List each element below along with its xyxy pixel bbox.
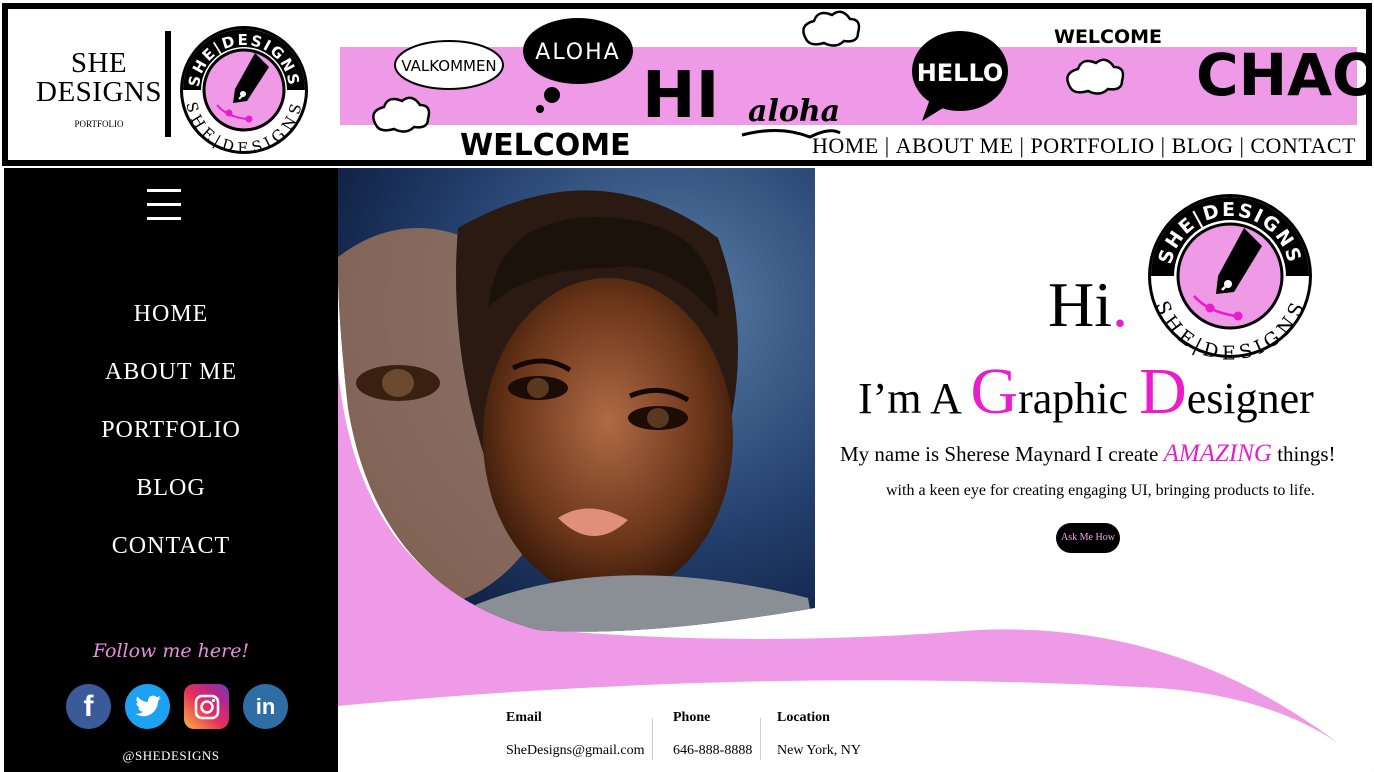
facebook-icon[interactable]: f [66,684,111,729]
intro-end: things! [1271,442,1336,466]
sidebar-item-contact[interactable]: CONTACT [4,528,338,586]
headline-g: G [970,355,1019,428]
hero-greeting-dot: . [1112,269,1128,340]
hero-section: SHE|DESIGNS SHE|DESIGNS Hi. I’m A Graphi… [818,168,1374,588]
site-header: SHE DESIGNS PORTFOLIO SHE|DESIGNS SHE|DE… [2,3,1372,166]
top-nav-about[interactable]: ABOUT ME [896,133,1014,159]
word-chao: CHAO [1196,41,1370,109]
follow-text: Follow me here! [92,640,250,662]
top-nav: HOME | ABOUT ME | PORTFOLIO | BLOG | CON… [812,133,1356,159]
top-nav-separator: | [884,133,890,158]
top-nav-separator: | [1160,133,1166,158]
word-valkommen: VALKOMMEN [401,57,496,75]
headline-end: esigner [1186,374,1314,423]
top-nav-separator: | [1019,133,1025,158]
instagram-icon[interactable] [184,684,229,729]
contact-phone: Phone 646-888-8888 [673,710,752,759]
word-hi: HI [642,59,719,133]
sidebar-item-blog[interactable]: BLOG [4,470,338,528]
phone-value[interactable]: 646-888-8888 [673,743,752,759]
top-nav-blog[interactable]: BLOG [1172,133,1234,159]
hero-headline: I’m A Graphic Designer [858,354,1314,430]
word-aloha-script: aloha [748,94,840,129]
sidebar-item-portfolio[interactable]: PORTFOLIO [4,412,338,470]
top-nav-contact[interactable]: CONTACT [1250,133,1356,159]
she-designs-logo[interactable]: SHE|DESIGNS SHE|DESIGNS [177,23,311,157]
contact-divider [652,718,653,760]
location-label: Location [777,710,830,725]
intro-accent: AMAZING [1163,440,1272,467]
brand-divider [165,31,171,137]
top-nav-separator: | [1239,133,1245,158]
she-designs-logo: SHE|DESIGNS SHE|DESIGNS [1148,194,1312,360]
phone-label: Phone [673,710,711,725]
main-content: SHE|DESIGNS SHE|DESIGNS Hi. I’m A Graphi… [338,168,1374,772]
hero-greeting-text: Hi [1048,269,1112,340]
hero-intro: My name is Sherese Maynard I create AMAZ… [840,440,1336,468]
contact-email: Email SheDesigns@gmail.com [506,710,645,759]
word-welcome-bottom: WELCOME [460,128,631,159]
email-label: Email [506,710,542,725]
hero-greeting: Hi. [1048,268,1128,342]
contact-location: Location New York, NY [777,710,861,759]
linkedin-icon[interactable]: in [243,684,288,729]
top-nav-portfolio[interactable]: PORTFOLIO [1030,133,1154,159]
social-handle: @SHEDESIGNS [122,748,220,763]
sidebar-item-home[interactable]: HOME [4,296,338,354]
word-welcome-top: WELCOME [1054,26,1162,48]
top-nav-home[interactable]: HOME [812,133,879,159]
social-links: f in [66,684,288,729]
sidebar-nav: HOME ABOUT ME PORTFOLIO BLOG CONTACT [4,296,338,586]
sidebar: HOME ABOUT ME PORTFOLIO BLOG CONTACT Fol… [4,168,338,772]
profile-portrait-image [338,168,815,632]
headline-mid: raphic [1018,374,1140,423]
brand-title: SHE DESIGNS [36,47,162,108]
twitter-icon[interactable] [125,684,170,729]
brand[interactable]: SHE DESIGNS PORTFOLIO [34,47,164,130]
word-aloha: ALOHA [535,40,620,65]
hamburger-menu-icon[interactable] [147,189,181,223]
ask-me-how-button[interactable]: Ask Me How [1056,523,1120,553]
headline-d: D [1139,355,1187,428]
email-value[interactable]: SheDesigns@gmail.com [506,743,645,759]
hero-tagline: with a keen eye for creating engaging UI… [886,482,1315,499]
location-value: New York, NY [777,743,862,758]
brand-subtitle: PORTFOLIO [74,119,124,129]
sidebar-item-about[interactable]: ABOUT ME [4,354,338,412]
intro-start: My name is Sherese Maynard I create [840,442,1164,466]
contact-divider [760,718,761,760]
headline-prefix: I’m A [858,374,971,423]
word-hello: HELLO [917,59,1004,87]
